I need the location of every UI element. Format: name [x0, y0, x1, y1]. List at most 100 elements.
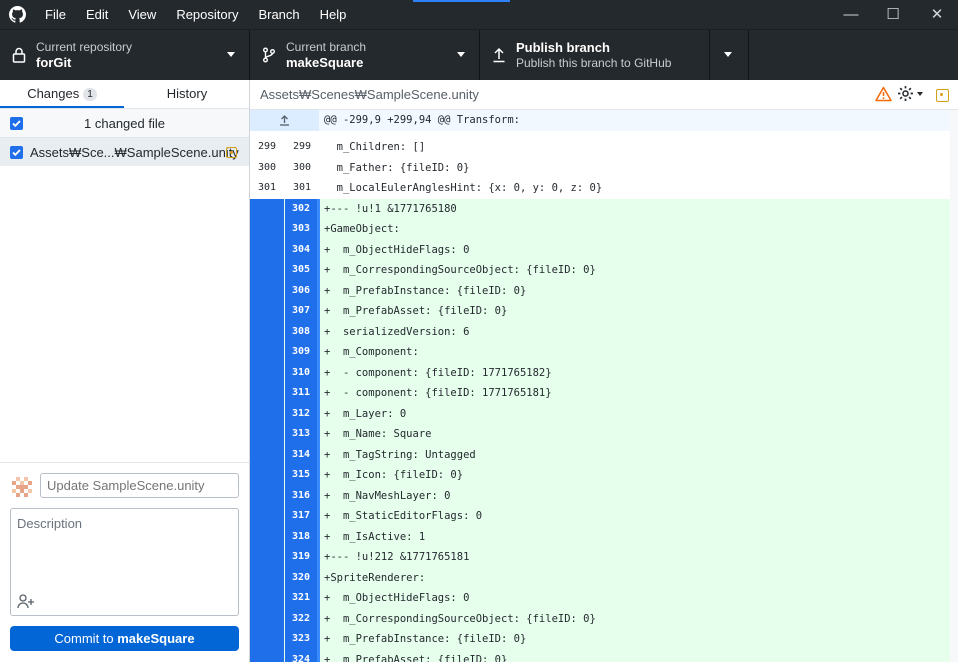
- added-line[interactable]: 315 + m_Icon: {fileID: 0}: [250, 465, 950, 486]
- added-line[interactable]: 314 + m_TagString: Untagged: [250, 444, 950, 465]
- diff-view: @@ -299,9 +299,94 @@ Transform: 299 299 m…: [250, 110, 950, 662]
- tab-history[interactable]: History: [125, 80, 249, 108]
- line-code: + m_PrefabAsset: {fileID: 0}: [324, 653, 508, 663]
- warning-icon[interactable]: [875, 86, 892, 102]
- diff-scrollbar[interactable]: [950, 110, 958, 662]
- line-code: +--- !u!1 &1771765180: [324, 202, 457, 215]
- new-line-number: 321: [285, 588, 320, 609]
- added-line[interactable]: 303 +GameObject:: [250, 219, 950, 240]
- new-line-number: 314: [285, 444, 320, 465]
- added-line[interactable]: 317 + m_StaticEditorFlags: 0: [250, 506, 950, 527]
- old-line-number: [250, 239, 284, 260]
- old-line-number: [250, 485, 284, 506]
- old-line-number: [250, 608, 284, 629]
- added-line[interactable]: 316 + m_NavMeshLayer: 0: [250, 485, 950, 506]
- title-accent-strip: [413, 0, 510, 2]
- commit-summary-input[interactable]: [40, 473, 239, 498]
- file-status-modified-icon: [936, 89, 949, 102]
- added-line[interactable]: 319 +--- !u!212 &1771765181: [250, 547, 950, 568]
- added-line[interactable]: 322 + m_CorrespondingSourceObject: {fileI…: [250, 608, 950, 629]
- repository-caret-icon: [227, 52, 235, 57]
- added-line[interactable]: 321 + m_ObjectHideFlags: 0: [250, 588, 950, 609]
- menu-branch[interactable]: Branch: [248, 0, 309, 29]
- publish-caption: Publish this branch to GitHub: [516, 56, 672, 70]
- hunk-header-text: @@ -299,9 +299,94 @@ Transform:: [324, 114, 520, 126]
- old-line-number: [250, 362, 284, 383]
- tab-changes-label: Changes: [27, 86, 80, 101]
- commit-button[interactable]: Commit to makeSquare: [10, 626, 239, 651]
- gear-icon[interactable]: [897, 85, 914, 102]
- maximize-button[interactable]: ☐: [870, 0, 916, 29]
- upload-icon: [493, 47, 505, 63]
- context-line[interactable]: 300 300 m_Father: {fileID: 0}: [250, 157, 950, 178]
- menu-edit[interactable]: Edit: [76, 0, 118, 29]
- branch-caret-icon: [457, 52, 465, 57]
- menu-repository[interactable]: Repository: [166, 0, 248, 29]
- menu-view[interactable]: View: [118, 0, 166, 29]
- commit-button-prefix: Commit to: [54, 631, 118, 646]
- line-code: + m_NavMeshLayer: 0: [324, 489, 451, 502]
- publish-dropdown-button[interactable]: [710, 30, 749, 81]
- added-line[interactable]: 313 + m_Name: Square: [250, 424, 950, 445]
- tab-changes[interactable]: Changes 1: [0, 80, 124, 108]
- added-line[interactable]: 304 + m_ObjectHideFlags: 0: [250, 239, 950, 260]
- new-line-number: 301: [285, 178, 319, 199]
- add-coauthor-icon[interactable]: [17, 593, 35, 609]
- repository-name: forGit: [36, 55, 72, 70]
- expand-hunk-button[interactable]: [250, 110, 319, 131]
- new-line-number: 302: [285, 198, 320, 219]
- added-line[interactable]: 305 + m_CorrespondingSourceObject: {fileI…: [250, 260, 950, 281]
- line-code: + m_Layer: 0: [324, 407, 407, 420]
- line-code: + m_StaticEditorFlags: 0: [324, 510, 483, 522]
- line-code: + m_CorrespondingSourceObject: {fileID: …: [324, 264, 596, 276]
- file-modified-icon: [226, 147, 237, 158]
- new-line-number: 308: [285, 321, 320, 342]
- branch-icon: [263, 47, 275, 63]
- context-line[interactable]: 299 299 m_Children: []: [250, 137, 950, 158]
- current-branch-button[interactable]: Current branch makeSquare: [250, 30, 480, 81]
- new-line-number: 300: [285, 157, 319, 178]
- old-line-number: [250, 301, 284, 322]
- old-line-number: [250, 342, 284, 363]
- line-code: + m_CorrespondingSourceObject: {fileID: …: [324, 612, 596, 625]
- context-line[interactable]: 301 301 m_LocalEulerAnglesHint: {x: 0, y:…: [250, 178, 950, 199]
- old-line-number: 301: [250, 178, 284, 199]
- added-line[interactable]: 308 + serializedVersion: 6: [250, 321, 950, 342]
- line-code: + m_PrefabInstance: {fileID: 0}: [324, 284, 527, 297]
- line-code: + - component: {fileID: 1771765182}: [324, 366, 552, 379]
- branch-name: makeSquare: [286, 55, 364, 70]
- added-line[interactable]: 309 + m_Component:: [250, 342, 950, 363]
- publish-branch-button[interactable]: Publish branch Publish this branch to Gi…: [480, 30, 710, 81]
- added-line[interactable]: 323 + m_PrefabInstance: {fileID: 0}: [250, 629, 950, 650]
- added-line[interactable]: 312 + m_Layer: 0: [250, 403, 950, 424]
- added-line[interactable]: 302 +--- !u!1 &1771765180: [250, 198, 950, 219]
- file-checkbox[interactable]: [10, 146, 23, 159]
- check-icon: [12, 149, 21, 157]
- line-code: m_LocalEulerAnglesHint: {x: 0, y: 0, z: …: [324, 182, 603, 194]
- added-line[interactable]: 306 + m_PrefabInstance: {fileID: 0}: [250, 280, 950, 301]
- old-line-number: [250, 260, 284, 281]
- added-line[interactable]: 311 + - component: {fileID: 1771765181}: [250, 383, 950, 404]
- expand-up-icon: [280, 115, 289, 126]
- added-line[interactable]: 310 + - component: {fileID: 1771765182}: [250, 362, 950, 383]
- commit-description-input[interactable]: Description: [10, 508, 239, 616]
- toolbar: Current repository forGit Current branch…: [0, 29, 958, 81]
- changed-file-item[interactable]: Assets₩Sce...₩SampleScene.unity: [0, 138, 249, 166]
- added-line[interactable]: 318 + m_IsActive: 1: [250, 526, 950, 547]
- line-code: + m_Name: Square: [324, 428, 432, 440]
- added-line[interactable]: 320 +SpriteRenderer:: [250, 567, 950, 588]
- added-line[interactable]: 324 + m_PrefabAsset: {fileID: 0}: [250, 649, 950, 663]
- menu-file[interactable]: File: [35, 0, 76, 29]
- old-line-number: [250, 403, 284, 424]
- old-line-number: [250, 649, 284, 662]
- old-line-number: [250, 280, 284, 301]
- minimize-button[interactable]: —: [828, 0, 874, 29]
- old-line-number: [250, 383, 284, 404]
- menu-help[interactable]: Help: [310, 0, 357, 29]
- current-repository-button[interactable]: Current repository forGit: [0, 30, 250, 81]
- sidebar: Changes 1 History 1 changed file Assets₩S…: [0, 80, 250, 663]
- lock-icon: [12, 47, 26, 63]
- close-button[interactable]: ✕: [914, 0, 958, 29]
- old-line-number: [250, 465, 284, 486]
- added-line[interactable]: 307 + m_PrefabAsset: {fileID: 0}: [250, 301, 950, 322]
